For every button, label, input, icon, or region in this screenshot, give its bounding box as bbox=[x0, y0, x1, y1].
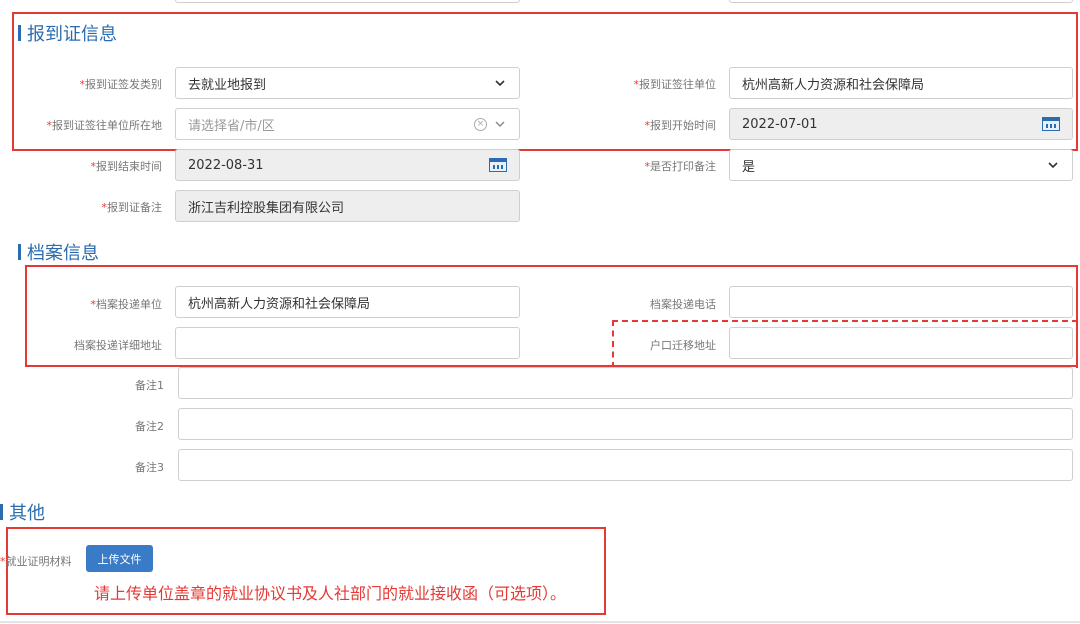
note2-label: 备注2 bbox=[135, 420, 164, 433]
issue-type-select[interactable]: 去就业地报到 bbox=[175, 67, 520, 99]
remark-input[interactable]: 浙江吉利控股集团有限公司 bbox=[175, 190, 520, 222]
end-date-input[interactable]: 2022-08-31 bbox=[175, 149, 520, 181]
bottom-divider bbox=[0, 621, 1080, 623]
calendar-icon[interactable] bbox=[489, 158, 507, 172]
note1-label: 备注1 bbox=[135, 379, 164, 392]
issue-type-label: *报到证签发类别 bbox=[79, 78, 163, 91]
print-remark-label: *是否打印备注 bbox=[644, 160, 717, 173]
note3-input[interactable] bbox=[178, 449, 1073, 481]
delivery-address-label: 档案投递详细地址 bbox=[74, 339, 162, 352]
dest-location-cascader[interactable]: 请选择省/市/区 × bbox=[175, 108, 520, 140]
start-date-input[interactable]: 2022-07-01 bbox=[729, 108, 1073, 140]
delivery-address-input[interactable] bbox=[175, 327, 520, 359]
section-bar bbox=[18, 244, 21, 260]
dest-unit-label: *报到证签往单位 bbox=[633, 78, 717, 91]
proof-label: *就业证明材料 bbox=[0, 555, 72, 568]
chevron-down-icon bbox=[493, 76, 507, 90]
prev-field-edge-left bbox=[175, 0, 520, 3]
start-date-label: *报到开始时间 bbox=[644, 119, 717, 132]
print-remark-select[interactable]: 是 bbox=[729, 149, 1073, 181]
calendar-icon[interactable] bbox=[1042, 117, 1060, 131]
clear-icon[interactable]: × bbox=[474, 117, 487, 131]
note2-input[interactable] bbox=[178, 408, 1073, 440]
remark-label: *报到证备注 bbox=[101, 201, 163, 214]
prev-field-edge-right bbox=[729, 0, 1073, 3]
delivery-unit-label: *档案投递单位 bbox=[90, 298, 163, 311]
section-bar bbox=[0, 504, 3, 520]
upload-hint: 请上传单位盖章的就业协议书及人社部门的就业接收函（可选项）。 bbox=[94, 584, 567, 603]
delivery-phone-input[interactable] bbox=[729, 286, 1073, 318]
note1-input[interactable] bbox=[178, 367, 1073, 399]
section-title-archive: 档案信息 bbox=[18, 239, 99, 265]
end-date-label: *报到结束时间 bbox=[90, 160, 163, 173]
note3-label: 备注3 bbox=[135, 461, 164, 474]
dest-unit-input[interactable]: 杭州高新人力资源和社会保障局 bbox=[729, 67, 1073, 99]
delivery-phone-label: 档案投递电话 bbox=[650, 298, 716, 311]
hukou-address-input[interactable] bbox=[729, 327, 1073, 359]
section-title-other: 其他 bbox=[0, 499, 45, 525]
dest-location-label: *报到证签往单位所在地 bbox=[46, 119, 163, 132]
chevron-down-icon bbox=[493, 117, 507, 131]
hukou-address-label: 户口迁移地址 bbox=[650, 339, 716, 352]
chevron-down-icon bbox=[1046, 158, 1060, 172]
delivery-unit-input[interactable]: 杭州高新人力资源和社会保障局 bbox=[175, 286, 520, 318]
upload-file-button[interactable]: 上传文件 bbox=[86, 545, 153, 572]
